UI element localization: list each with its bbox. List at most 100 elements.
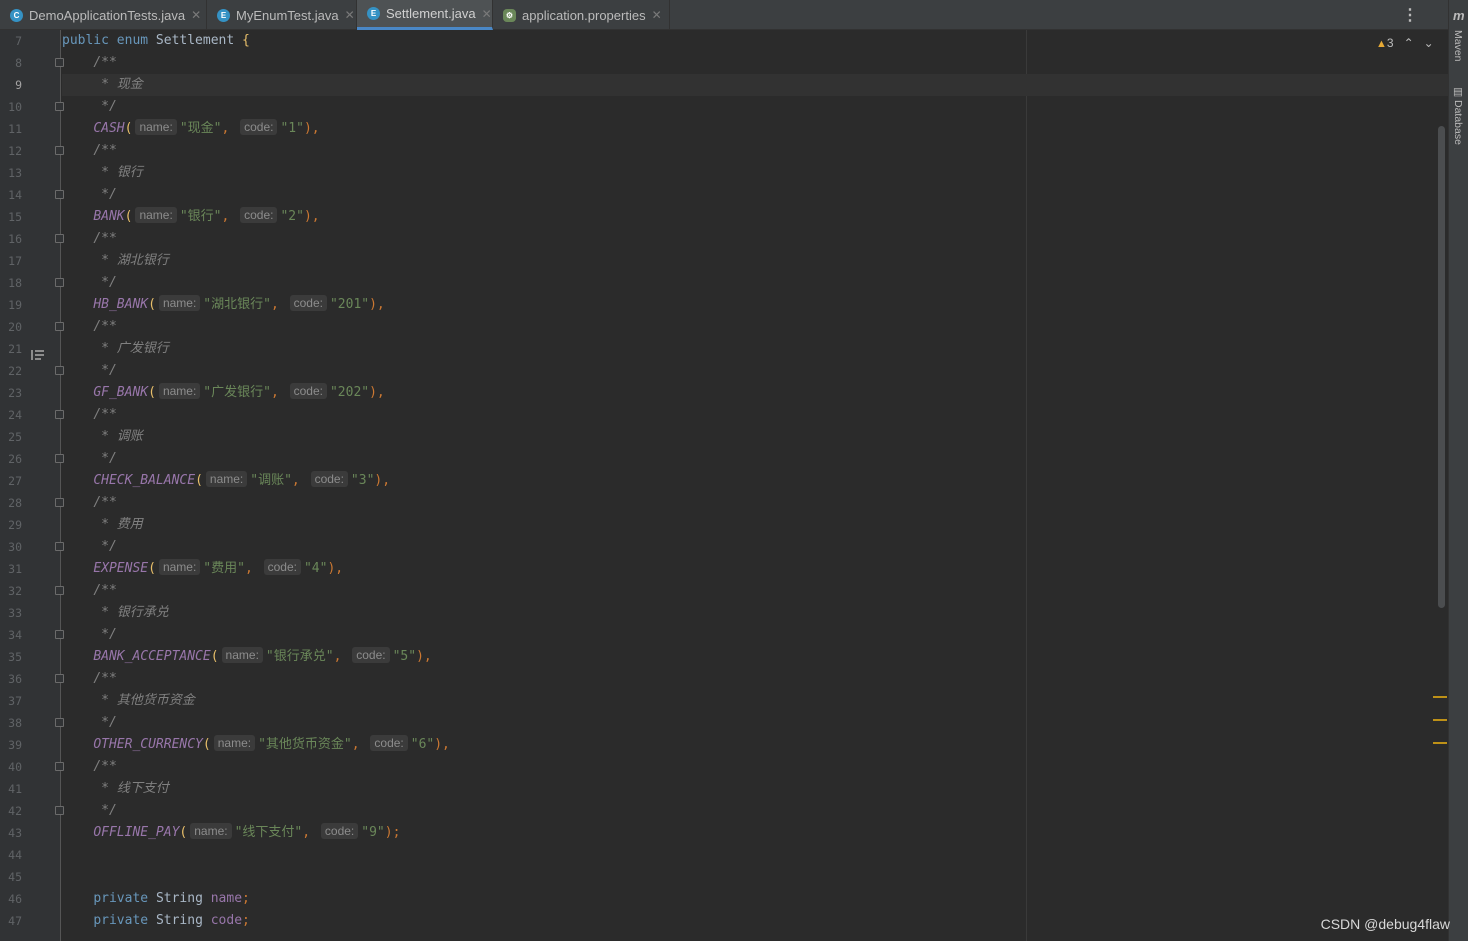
warning-stripe-marker[interactable]: [1433, 719, 1447, 721]
tab-label: Settlement.java: [386, 6, 476, 21]
code-line[interactable]: */: [62, 536, 1448, 558]
code-line[interactable]: [62, 844, 1448, 866]
code-line[interactable]: CASH(name: "现金", code: "1"),: [62, 118, 1448, 140]
line-number: 18: [8, 276, 22, 290]
code-line[interactable]: BANK(name: "银行", code: "2"),: [62, 206, 1448, 228]
close-icon[interactable]: ✕: [482, 7, 492, 21]
warning-stripe-marker[interactable]: [1433, 742, 1447, 744]
code-line[interactable]: /**: [62, 404, 1448, 426]
code-line[interactable]: private String code;: [62, 910, 1448, 932]
string-literal: "其他货币资金": [258, 737, 352, 752]
inspection-widget[interactable]: ▲3 ⌃ ⌄: [1376, 36, 1434, 50]
implementation-marker-icon[interactable]: [31, 350, 44, 360]
terminator: ),: [374, 473, 391, 488]
enum-constant: GF_BANK: [93, 385, 149, 400]
more-options-icon[interactable]: ⋮: [1402, 5, 1418, 25]
code-line[interactable]: */: [62, 272, 1448, 294]
line-number: 27: [8, 474, 22, 488]
code-line[interactable]: OTHER_CURRENCY(name: "其他货币资金", code: "6"),: [62, 734, 1448, 756]
tab-my-enum-test[interactable]: E MyEnumTest.java ✕: [207, 0, 357, 30]
line-number: 22: [8, 364, 22, 378]
parameter-hint: code:: [320, 823, 359, 839]
code-editor[interactable]: public enum Settlement { /** * 现金 */ CAS…: [62, 30, 1448, 941]
code-line[interactable]: OFFLINE_PAY(name: "线下支付", code: "9");: [62, 822, 1448, 844]
code-line[interactable]: GF_BANK(name: "广发银行", code: "202"),: [62, 382, 1448, 404]
paren: (: [124, 121, 133, 136]
right-tool-window-bar: m Maven ▤ Database: [1448, 0, 1468, 941]
paren: (: [202, 737, 211, 752]
code-line[interactable]: /**: [62, 668, 1448, 690]
code-line[interactable]: * 银行承兑: [62, 602, 1448, 624]
code-line[interactable]: */: [62, 624, 1448, 646]
code-line[interactable]: * 银行: [62, 162, 1448, 184]
code-line[interactable]: * 其他货币资金: [62, 690, 1448, 712]
line-number: 31: [8, 562, 22, 576]
code-line[interactable]: */: [62, 360, 1448, 382]
close-icon[interactable]: ✕: [652, 8, 662, 22]
code-line[interactable]: */: [62, 800, 1448, 822]
database-icon[interactable]: ▤: [1452, 86, 1464, 98]
parameter-hint: name:: [158, 559, 201, 575]
code-line[interactable]: BANK_ACCEPTANCE(name: "银行承兑", code: "5"),: [62, 646, 1448, 668]
code-line[interactable]: * 线下支付: [62, 778, 1448, 800]
terminator: ;: [242, 891, 250, 906]
comma: ,: [302, 825, 318, 840]
enum-constant: CASH: [93, 121, 125, 136]
code-line[interactable]: /**: [62, 52, 1448, 74]
line-number-gutter: 7 8 9 10 11 12 13 14 15 16 17 18 19 20 21 22 23 24 25 26 27 2…: [0, 30, 64, 941]
scrollbar-thumb[interactable]: [1438, 126, 1445, 608]
code-line[interactable]: /**: [62, 492, 1448, 514]
code-line[interactable]: /**: [62, 756, 1448, 778]
close-icon[interactable]: ✕: [345, 8, 355, 22]
parameter-hint: code:: [352, 647, 390, 663]
tab-application-properties[interactable]: ⚙ application.properties ✕: [493, 0, 670, 30]
previous-highlight-icon[interactable]: ⌃: [1404, 36, 1414, 50]
code-line[interactable]: * 调账: [62, 426, 1448, 448]
code-line[interactable]: /**: [62, 316, 1448, 338]
code-line[interactable]: * 现金: [62, 74, 1448, 96]
code-line[interactable]: */: [62, 712, 1448, 734]
code-line[interactable]: /**: [62, 228, 1448, 250]
doc-comment: * 费用: [93, 517, 143, 532]
string-literal: "调账": [250, 473, 292, 488]
code-line[interactable]: HB_BANK(name: "湖北银行", code: "201"),: [62, 294, 1448, 316]
tab-settlement[interactable]: E Settlement.java ✕: [357, 0, 493, 30]
string-literal: "4": [303, 561, 328, 576]
code-line[interactable]: */: [62, 96, 1448, 118]
code-line[interactable]: * 费用: [62, 514, 1448, 536]
database-tool-button[interactable]: Database: [1452, 100, 1464, 145]
parameter-hint: code:: [289, 295, 327, 311]
close-icon[interactable]: ✕: [191, 8, 201, 22]
code-line[interactable]: [62, 866, 1448, 888]
maven-tool-button[interactable]: Maven: [1452, 30, 1464, 62]
next-highlight-icon[interactable]: ⌄: [1424, 36, 1434, 50]
code-line[interactable]: /**: [62, 580, 1448, 602]
code-line[interactable]: */: [62, 184, 1448, 206]
doc-comment: /**: [93, 143, 117, 158]
code-line[interactable]: CHECK_BALANCE(name: "调账", code: "3"),: [62, 470, 1448, 492]
maven-icon[interactable]: m: [1453, 8, 1465, 23]
string-literal: "2": [280, 209, 304, 224]
doc-comment: * 银行: [93, 165, 143, 180]
code-line[interactable]: private String name;: [62, 888, 1448, 910]
line-number: 34: [8, 628, 22, 642]
brace: {: [242, 33, 250, 48]
code-line[interactable]: public enum Settlement {: [62, 30, 1448, 52]
line-number: 14: [8, 188, 22, 202]
line-number: 45: [8, 870, 22, 884]
line-number: 25: [8, 430, 22, 444]
warning-stripe-marker[interactable]: [1433, 696, 1447, 698]
parameter-hint: name:: [158, 383, 201, 399]
code-line[interactable]: * 湖北银行: [62, 250, 1448, 272]
code-line[interactable]: * 广发银行: [62, 338, 1448, 360]
line-number: 28: [8, 496, 22, 510]
line-number: 17: [8, 254, 22, 268]
terminator: ),: [327, 561, 344, 576]
code-line[interactable]: EXPENSE(name: "费用", code: "4"),: [62, 558, 1448, 580]
code-line[interactable]: */: [62, 448, 1448, 470]
warning-count[interactable]: ▲3: [1376, 36, 1394, 50]
line-number: 30: [8, 540, 22, 554]
tab-demo-application-tests[interactable]: C DemoApplicationTests.java ✕: [0, 0, 207, 30]
enum-constant: BANK: [93, 209, 125, 224]
code-line[interactable]: /**: [62, 140, 1448, 162]
